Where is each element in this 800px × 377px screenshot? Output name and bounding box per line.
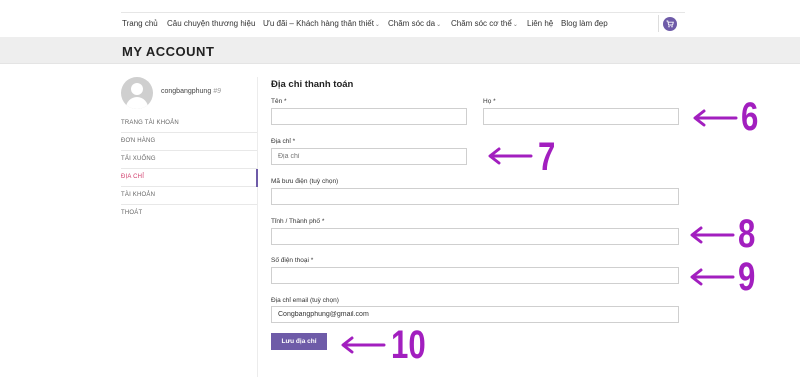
first-name-label: Tên * — [271, 98, 287, 105]
nav-item-body-care[interactable]: Chăm sóc cơ thể⌄ — [451, 19, 518, 28]
arrow-left-icon — [488, 147, 533, 165]
last-name-field[interactable] — [483, 108, 679, 125]
email-label: Địa chỉ email (tuỳ chọn) — [271, 297, 339, 304]
last-name-label: Họ * — [483, 98, 496, 105]
phone-field[interactable] — [271, 267, 679, 284]
nav-top-rule — [121, 12, 685, 13]
chevron-down-icon: ⌄ — [512, 22, 518, 28]
arrow-left-icon — [690, 226, 735, 244]
chevron-down-icon: ⌄ — [374, 22, 380, 28]
sidebar-divider — [257, 77, 258, 377]
page-title-band — [0, 37, 800, 64]
cart-button[interactable] — [663, 17, 677, 31]
arrow-left-icon — [341, 336, 386, 354]
username: congbangphung #9 — [161, 88, 221, 95]
top-navigation: Trang chủ Câu chuyện thương hiệu Ưu đãi … — [0, 0, 800, 37]
page-title: MY ACCOUNT — [122, 44, 215, 59]
nav-item-offers[interactable]: Ưu đãi – Khách hàng thân thiết⌄ — [263, 19, 380, 28]
nav-item-home[interactable]: Trang chủ — [122, 19, 158, 28]
avatar-body — [126, 97, 148, 109]
postcode-label: Mã bưu điện (tuỳ chọn) — [271, 178, 339, 185]
first-name-field[interactable] — [271, 108, 467, 125]
arrow-left-icon — [690, 268, 735, 286]
phone-label: Số điện thoại * — [271, 257, 314, 264]
nav-divider — [658, 15, 659, 32]
avatar-head — [131, 83, 143, 95]
step-6-label: 6 — [741, 95, 759, 139]
nav-item-body-care-label: Chăm sóc cơ thể — [451, 19, 512, 28]
step-7-label: 7 — [538, 135, 556, 179]
active-menu-indicator — [256, 169, 258, 187]
city-field[interactable] — [271, 228, 679, 245]
account-menu-addresses[interactable]: ĐỊA CHỈ — [121, 169, 257, 187]
email-field[interactable] — [271, 306, 679, 323]
nav-item-skin-care-label: Chăm sóc da — [388, 19, 436, 28]
postcode-field[interactable] — [271, 188, 679, 205]
nav-item-contact[interactable]: Liên hệ — [527, 19, 553, 28]
nav-item-offers-label: Ưu đãi – Khách hàng thân thiết — [263, 19, 374, 28]
nav-item-brand-story[interactable]: Câu chuyện thương hiệu — [167, 19, 255, 28]
account-menu: TRANG TÀI KHOẢN ĐƠN HÀNG TẢI XUỐNG ĐỊA C… — [121, 115, 257, 223]
account-menu-dashboard[interactable]: TRANG TÀI KHOẢN — [121, 115, 257, 133]
nav-item-skin-care[interactable]: Chăm sóc da⌄ — [388, 19, 441, 28]
form-title: Địa chỉ thanh toán — [271, 79, 354, 90]
address-field[interactable] — [271, 148, 467, 165]
cart-icon — [666, 20, 674, 28]
step-10-label: 10 — [391, 323, 426, 367]
city-label: Tỉnh / Thành phố * — [271, 218, 325, 225]
arrow-left-icon — [693, 109, 738, 127]
account-menu-downloads[interactable]: TẢI XUỐNG — [121, 151, 257, 169]
account-menu-logout[interactable]: THOÁT — [121, 205, 257, 223]
account-menu-orders[interactable]: ĐƠN HÀNG — [121, 133, 257, 151]
address-label: Địa chỉ * — [271, 138, 296, 145]
save-address-button[interactable]: Lưu địa chỉ — [271, 333, 327, 350]
avatar — [121, 77, 153, 109]
user-id: #9 — [213, 88, 222, 95]
username-text: congbangphung — [161, 88, 212, 95]
chevron-down-icon: ⌄ — [436, 22, 442, 28]
account-menu-account-details[interactable]: TÀI KHOẢN — [121, 187, 257, 205]
step-8-label: 8 — [738, 212, 756, 256]
step-9-label: 9 — [738, 255, 756, 299]
nav-item-blog[interactable]: Blog làm đẹp — [561, 19, 608, 28]
